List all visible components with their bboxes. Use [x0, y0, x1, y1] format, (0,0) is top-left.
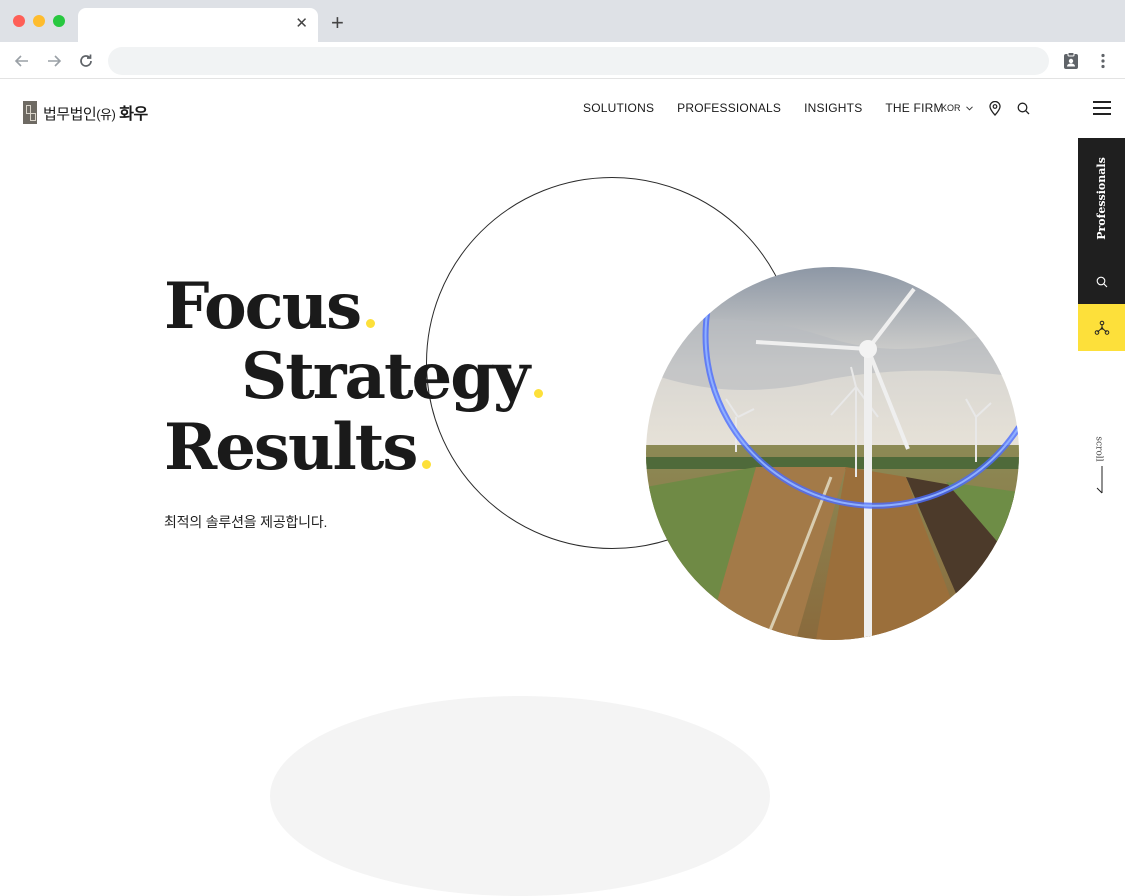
nav-professionals[interactable]: PROFESSIONALS — [677, 101, 781, 115]
window-close-dot[interactable] — [13, 15, 25, 27]
tab-close-icon[interactable]: ✕ — [295, 16, 308, 32]
scroll-label: scroll — [1093, 436, 1104, 462]
language-label: KOR — [941, 103, 961, 113]
browser-tab-strip: ✕ + — [0, 0, 1125, 42]
logo-text: 법무법인(유) 화우 — [43, 106, 148, 123]
logo-mark-icon — [23, 100, 37, 124]
hero-wind-turbine-image — [646, 267, 1019, 640]
hero-subtitle: 최적의 솔루션을 제공합니다. — [164, 514, 328, 530]
hero-heading-results: Results — [164, 416, 432, 480]
reload-icon[interactable] — [76, 51, 96, 71]
language-selector[interactable]: KOR — [941, 103, 973, 113]
network-nodes-icon — [1094, 320, 1109, 335]
window-minimize-dot[interactable] — [33, 15, 45, 27]
hamburger-icon[interactable] — [1093, 101, 1111, 115]
rail-search-button[interactable] — [1078, 270, 1125, 294]
main-nav: SOLUTIONS PROFESSIONALS INSIGHTS THE FIR… — [583, 101, 944, 115]
chevron-down-icon — [965, 105, 973, 111]
site-header: 법무법인(유) 화우 SOLUTIONS PROFESSIONALS INSIG… — [0, 79, 1125, 139]
nav-insights[interactable]: INSIGHTS — [804, 101, 862, 115]
new-tab-button[interactable]: + — [331, 12, 344, 34]
arrow-left-icon[interactable] — [12, 51, 32, 71]
arrow-right-icon[interactable] — [44, 51, 64, 71]
accent-dot — [534, 389, 544, 398]
rail-professionals-label: Professionals — [1095, 156, 1109, 240]
browser-tab[interactable]: ✕ — [78, 8, 318, 42]
search-icon — [1096, 276, 1107, 288]
nav-the-firm[interactable]: THE FIRM — [885, 101, 943, 115]
clipboard-icon[interactable] — [1061, 51, 1081, 71]
kebab-menu-icon[interactable] — [1093, 51, 1113, 71]
scroll-indicator[interactable]: scroll — [1093, 432, 1109, 497]
map-pin-icon[interactable] — [987, 100, 1003, 116]
window-maximize-dot[interactable] — [53, 15, 65, 27]
site-logo[interactable]: 법무법인(유) 화우 — [23, 100, 148, 124]
accent-dot — [366, 319, 376, 328]
rail-professionals-link[interactable]: Professionals — [1078, 138, 1125, 258]
search-icon[interactable] — [1015, 100, 1031, 116]
bottom-decorative-arc — [270, 696, 770, 896]
nav-solutions[interactable]: SOLUTIONS — [583, 101, 654, 115]
address-bar[interactable] — [108, 47, 1049, 75]
accent-dot — [422, 460, 432, 469]
hero-heading-strategy: Strategy — [241, 345, 544, 409]
browser-toolbar — [0, 42, 1125, 79]
arrow-down-icon — [1096, 466, 1103, 494]
hero-heading-focus: Focus — [164, 275, 376, 339]
rail-network-button[interactable] — [1078, 304, 1125, 351]
